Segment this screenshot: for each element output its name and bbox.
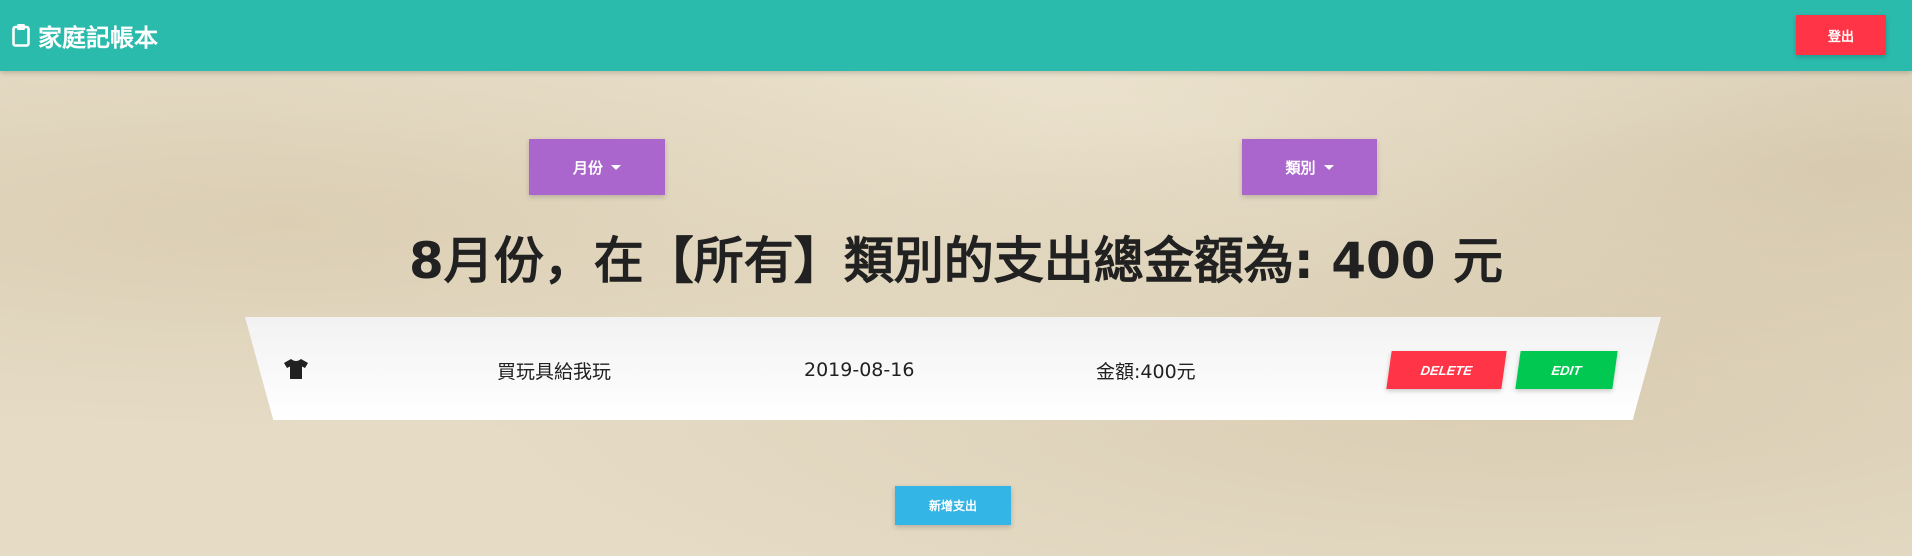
- navbar: 家庭記帳本 登出: [0, 0, 1912, 71]
- brand[interactable]: 家庭記帳本: [12, 18, 158, 52]
- tshirt-icon: [283, 358, 309, 384]
- category-dropdown-button[interactable]: 類別: [1242, 139, 1377, 195]
- logout-button[interactable]: 登出: [1796, 15, 1886, 55]
- caret-down-icon: [611, 164, 621, 170]
- expense-summary-heading: 8月份，在【所有】類別的支出總金額為: 400 元: [409, 232, 1503, 290]
- brand-title: 家庭記帳本: [38, 23, 158, 52]
- expense-amount: 金額:400元: [1096, 360, 1196, 383]
- month-dropdown-label: 月份: [572, 159, 603, 177]
- clipboard-icon: [12, 23, 30, 47]
- caret-down-icon: [1323, 164, 1334, 170]
- delete-button[interactable]: DELETE: [1386, 351, 1507, 389]
- add-expense-button[interactable]: 新增支出: [895, 486, 1011, 525]
- month-dropdown-button[interactable]: 月份: [529, 139, 665, 195]
- expense-date: 2019-08-16: [804, 359, 915, 381]
- category-dropdown-label: 類別: [1285, 159, 1316, 177]
- expense-name: 買玩具給我玩: [497, 360, 612, 383]
- edit-button[interactable]: EDIT: [1515, 351, 1618, 389]
